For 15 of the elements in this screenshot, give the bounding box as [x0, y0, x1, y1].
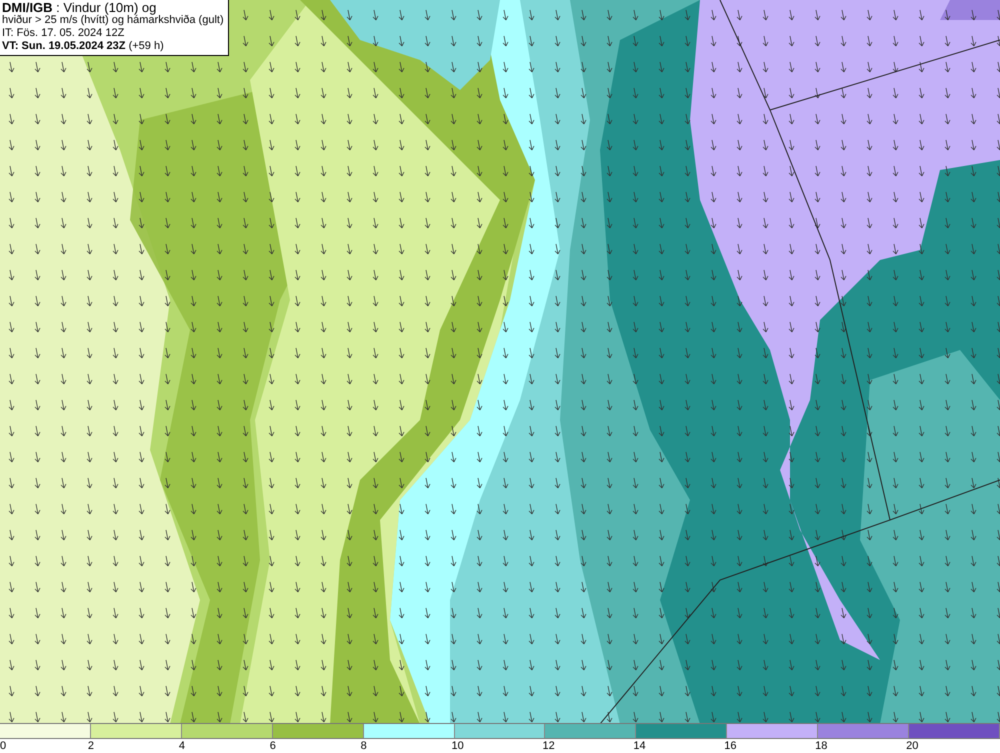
legend-label: 2 — [88, 740, 94, 752]
legend-label: 20 — [906, 740, 918, 752]
map-info-text: hviður > 25 m/s (hvítt) og hámarkshviða (gult) — [2, 14, 224, 27]
legend-label: 16 — [724, 740, 737, 752]
legend-label: 14 — [633, 740, 646, 752]
legend-label: 4 — [178, 740, 185, 752]
map-info-text: IT: Fös. 17. 05. 2024 12Z — [2, 27, 126, 40]
legend-label: 10 — [452, 740, 464, 752]
legend-label: 0 — [0, 740, 6, 752]
legend-label: 18 — [815, 740, 828, 752]
legend-label: 6 — [270, 740, 276, 752]
legend-label: 12 — [542, 740, 555, 752]
map-info-text: DMI/IGB : Vindur (10m) og — [2, 1, 156, 14]
legend-label: 8 — [360, 740, 367, 752]
map-info-text: VT: Sun. 19.05.2024 23Z (+59 h) — [2, 40, 165, 53]
